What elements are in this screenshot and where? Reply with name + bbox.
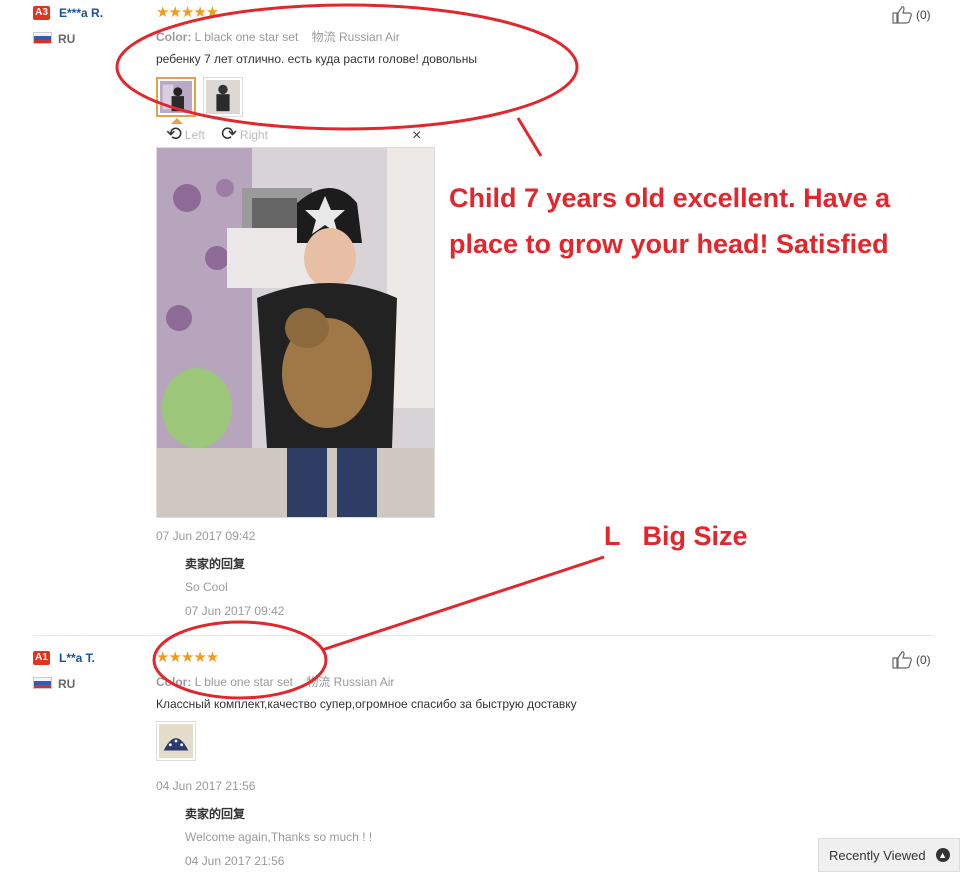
translation-line: place to grow your head! Satisfied (449, 229, 889, 259)
rotate-left-icon: ⟲ (166, 124, 182, 145)
reviewer-name[interactable]: E***a R. (59, 6, 103, 20)
translation-annotation: Child 7 years old excellent. Have a plac… (449, 175, 890, 267)
helpful-button[interactable]: (0) (892, 5, 931, 24)
review-photo-large (156, 147, 435, 518)
color-value: L black one star set (194, 30, 299, 44)
color-label: Color: (156, 30, 192, 44)
russia-flag-icon (33, 677, 52, 689)
review-date: 04 Jun 2017 21:56 (156, 779, 256, 793)
helpful-count: (0) (916, 7, 931, 22)
review-date: 07 Jun 2017 09:42 (156, 529, 256, 543)
chevron-up-icon: ▲ (935, 848, 950, 862)
seller-reply-title: 卖家的回复 (185, 557, 246, 571)
annotation-overlay (115, 3, 605, 700)
photo-thumbnail-icon (206, 80, 240, 114)
seller-reply-date: 07 Jun 2017 09:42 (185, 604, 285, 618)
photo-girl-with-dog (157, 148, 434, 517)
review-photo-thumb[interactable] (156, 77, 196, 117)
size-annotation: L Big Size (604, 521, 748, 551)
photo-thumbnail-icon (159, 724, 193, 758)
annotation-pointer-line (321, 555, 605, 652)
country-code: RU (58, 32, 76, 46)
logistics-label: 物流 (311, 30, 336, 44)
level-badge: A3 (33, 6, 50, 20)
level-badge: A1 (33, 651, 50, 665)
reviewer-name[interactable]: L**a T. (59, 651, 95, 665)
thumbs-up-icon (892, 6, 912, 24)
seller-reply-title: 卖家的回复 (185, 807, 246, 821)
helpful-button[interactable]: (0) (892, 650, 931, 669)
logistics-value: Russian Air (333, 675, 395, 689)
review-divider (33, 635, 934, 636)
recently-viewed-tab[interactable]: Recently Viewed ▲ (818, 838, 960, 872)
rotate-left-button[interactable]: ⟲ Left (166, 124, 205, 145)
close-viewer-button[interactable]: × (412, 128, 421, 144)
rating-stars: ★★★★★ (156, 649, 219, 666)
logistics-value: Russian Air (339, 30, 400, 44)
rotate-right-button[interactable]: ⟳ Right (221, 124, 268, 145)
review-text: Классный комплект,качество супер,огромно… (156, 697, 577, 711)
order-info: Color: L blue one star set 物流 Russian Ai… (156, 673, 394, 690)
logistics-label: 物流 (306, 675, 331, 689)
seller-reply-text: So Cool (185, 580, 228, 594)
country-code: RU (58, 677, 76, 691)
photo-thumbnail-icon (160, 81, 192, 113)
review-photo-thumb[interactable] (156, 721, 196, 761)
rotate-right-icon: ⟳ (221, 124, 237, 145)
thumbs-up-icon (892, 651, 912, 669)
order-info: Color: L black one star set 物流 Russian A… (156, 28, 400, 45)
seller-reply-date: 04 Jun 2017 21:56 (185, 854, 285, 868)
color-value: L blue one star set (194, 675, 293, 689)
recently-viewed-label: Recently Viewed (829, 847, 926, 863)
rotate-right-label: Right (239, 128, 268, 142)
color-label: Color: (156, 675, 192, 689)
helpful-count: (0) (916, 652, 931, 667)
rating-stars: ★★★★★ (156, 4, 219, 21)
russia-flag-icon (33, 32, 52, 44)
seller-reply-text: Welcome again,Thanks so much ! ! (185, 830, 373, 844)
review-text: ребенку 7 лет отлично. есть куда расти г… (156, 52, 478, 66)
translation-line: Child 7 years old excellent. Have a (449, 183, 891, 213)
annotation-pointer-line (516, 117, 543, 157)
review-photo-thumb[interactable] (203, 77, 243, 117)
rotate-left-label: Left (184, 128, 205, 142)
